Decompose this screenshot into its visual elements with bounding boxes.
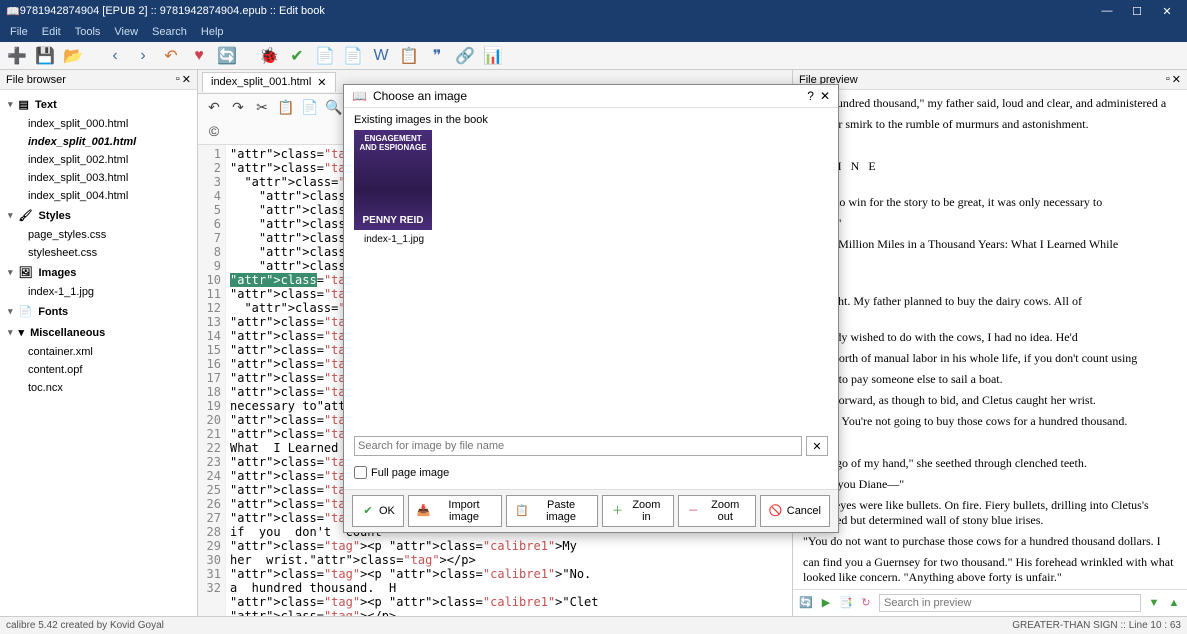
group-images[interactable]: 🖼 Images (0, 262, 197, 283)
file-item[interactable]: index_split_002.html (0, 151, 197, 169)
file-item[interactable]: index-1_1.jpg (0, 283, 197, 301)
menu-file[interactable]: File (4, 24, 34, 40)
menu-help[interactable]: Help (195, 24, 230, 40)
preview-content: "One hundred thousand," my father said, … (793, 90, 1187, 589)
group-styles[interactable]: 🖌 Styles (0, 205, 197, 226)
clear-search-icon[interactable]: ✕ (806, 436, 828, 456)
file-item[interactable]: stylesheet.css (0, 244, 197, 262)
file-item[interactable]: container.xml (0, 343, 197, 361)
group-fonts[interactable]: 📄 Fonts (0, 301, 197, 322)
panel-close-icon[interactable]: ✕ (182, 73, 191, 86)
doc-icon[interactable]: 📄 (314, 45, 336, 67)
dialog-close-icon[interactable]: ✕ (820, 89, 830, 103)
split-icon[interactable]: 📑 (839, 596, 853, 610)
paste-image-button[interactable]: 📋Paste image (506, 495, 598, 527)
full-page-label: Full page image (371, 467, 449, 479)
import-image-button[interactable]: 📥Import image (408, 495, 502, 527)
dialog-label: Existing images in the book (354, 114, 828, 126)
full-page-checkbox[interactable] (354, 466, 367, 479)
symbol-icon[interactable]: © (204, 121, 224, 141)
thumbnail-caption: index-1_1.jpg (354, 234, 434, 245)
image-search-input[interactable] (354, 436, 802, 456)
copy-icon[interactable]: 📋 (398, 45, 420, 67)
refresh-icon[interactable]: 🔄 (799, 596, 813, 610)
maximize-button[interactable]: ☐ (1123, 2, 1151, 20)
heart-icon[interactable]: ♥ (188, 45, 210, 67)
open-icon[interactable]: 📂 (62, 45, 84, 67)
prev-match-icon[interactable]: ▼ (1147, 596, 1161, 610)
menubar: File Edit Tools View Search Help (0, 22, 1187, 42)
save-icon[interactable]: 💾 (34, 45, 56, 67)
reload-icon[interactable]: ↻ (859, 596, 873, 610)
panel-close-icon[interactable]: ✕ (1172, 73, 1181, 86)
paste-icon[interactable]: 📄 (300, 97, 320, 117)
panel-pin-icon[interactable]: ▫ (1166, 73, 1170, 86)
tab-close-icon[interactable]: ✕ (317, 76, 326, 89)
tab-label: index_split_001.html (211, 76, 311, 88)
file-browser-title: File browser (6, 74, 66, 86)
editor-tab[interactable]: index_split_001.html ✕ (202, 72, 336, 92)
choose-image-dialog: 📖 Choose an image ? ✕ Existing images in… (343, 84, 839, 533)
menu-tools[interactable]: Tools (69, 24, 107, 40)
file-tree: ▤ Textindex_split_000.htmlindex_split_00… (0, 90, 197, 616)
next-match-icon[interactable]: ▲ (1167, 596, 1181, 610)
dialog-title: Choose an image (373, 89, 467, 103)
play-icon[interactable]: ▶ (819, 596, 833, 610)
link-icon[interactable]: 🔗 (454, 45, 476, 67)
file-item[interactable]: toc.ncx (0, 379, 197, 397)
cancel-button[interactable]: 🚫Cancel (760, 495, 830, 527)
status-right: GREATER-THAN SIGN :: Line 10 : 63 (1012, 620, 1181, 631)
quote-icon[interactable]: ❞ (426, 45, 448, 67)
search-icon[interactable]: 🔍 (324, 97, 344, 117)
forward-icon[interactable]: › (132, 45, 154, 67)
zoom-in-button[interactable]: ＋Zoom in (602, 495, 674, 527)
group-miscellaneous[interactable]: ▾ Miscellaneous (0, 322, 197, 343)
new-file-icon[interactable]: ➕ (6, 45, 28, 67)
image-thumbnail[interactable]: ENGAGEMENTAND ESPIONAGE PENNY REID index… (354, 130, 434, 245)
ok-button[interactable]: ✔OK (352, 495, 404, 527)
file-preview-panel: File preview ▫ ✕ "One hundred thousand,"… (792, 70, 1187, 616)
menu-search[interactable]: Search (146, 24, 193, 40)
main-toolbar: ➕ 💾 📂 ‹ › ↶ ♥ 🔄 🐞 ✔ 📄 📄 W 📋 ❞ 🔗 📊 (0, 42, 1187, 70)
titlebar: 📖 9781942874904 [EPUB 2] :: 978194287490… (0, 0, 1187, 22)
file-item[interactable]: index_split_000.html (0, 115, 197, 133)
zoom-out-button[interactable]: －Zoom out (678, 495, 756, 527)
copy-icon[interactable]: 📋 (276, 97, 296, 117)
page-icon[interactable]: 📄 (342, 45, 364, 67)
dialog-icon: 📖 (352, 89, 367, 103)
minimize-button[interactable]: — (1093, 2, 1121, 20)
editor-panel: index_split_001.html ✕ ↶ ↷ ✂ 📋 📄 🔍 ↗ 🖼 🔗… (198, 70, 792, 616)
file-browser-panel: File browser ▫ ✕ ▤ Textindex_split_000.h… (0, 70, 198, 616)
cut-icon[interactable]: ✂ (252, 97, 272, 117)
file-item[interactable]: index_split_003.html (0, 169, 197, 187)
preview-search-input[interactable] (879, 594, 1141, 612)
panel-pin-icon[interactable]: ▫ (176, 73, 180, 86)
group-text[interactable]: ▤ Text (0, 94, 197, 115)
window-title: 9781942874904 [EPUB 2] :: 9781942874904.… (20, 5, 1093, 17)
back-icon[interactable]: ‹ (104, 45, 126, 67)
check-icon[interactable]: ✔ (286, 45, 308, 67)
redo-icon[interactable]: ↷ (228, 97, 248, 117)
status-left: calibre 5.42 created by Kovid Goyal (6, 620, 164, 631)
bug-icon[interactable]: 🐞 (258, 45, 280, 67)
file-item[interactable]: index_split_001.html (0, 133, 197, 151)
file-item[interactable]: page_styles.css (0, 226, 197, 244)
undo-icon[interactable]: ↶ (204, 97, 224, 117)
bars-icon[interactable]: 📊 (482, 45, 504, 67)
word-icon[interactable]: W (370, 45, 392, 67)
statusbar: calibre 5.42 created by Kovid Goyal GREA… (0, 616, 1187, 634)
menu-view[interactable]: View (108, 24, 144, 40)
app-icon: 📖 (6, 5, 20, 18)
refresh-icon[interactable]: 🔄 (216, 45, 238, 67)
file-item[interactable]: index_split_004.html (0, 187, 197, 205)
dialog-help-icon[interactable]: ? (807, 89, 814, 103)
undo-icon[interactable]: ↶ (160, 45, 182, 67)
close-button[interactable]: ✕ (1153, 2, 1181, 20)
file-item[interactable]: content.opf (0, 361, 197, 379)
menu-edit[interactable]: Edit (36, 24, 67, 40)
